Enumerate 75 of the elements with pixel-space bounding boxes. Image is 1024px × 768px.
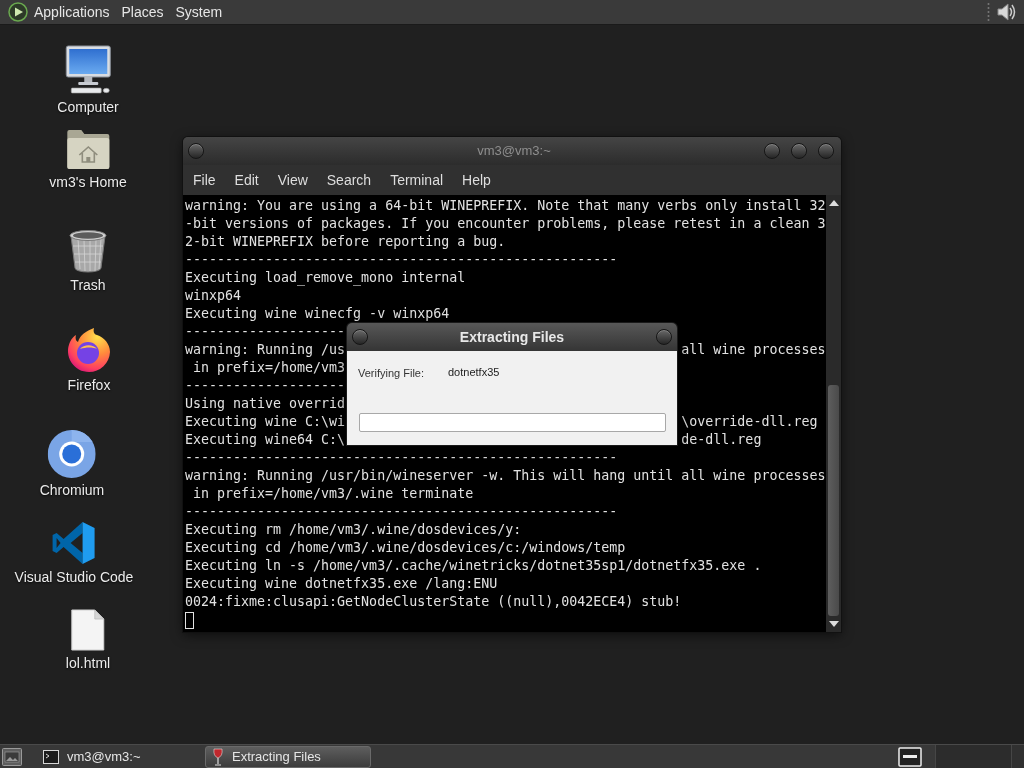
desktop-shortcut[interactable]: Chromium — [39, 430, 105, 499]
desktop-shortcut[interactable]: lol.html — [65, 609, 111, 672]
terminal-line: all wine processes — [681, 342, 826, 357]
desktop-icon[interactable] — [2, 747, 22, 766]
computer-icon — [64, 45, 112, 95]
terminal-line: Executing wine64 C:\ — [185, 432, 346, 447]
window-title: Extracting Files — [459, 327, 565, 347]
file-name: dotnetfx35 — [448, 364, 500, 380]
window-button[interactable] — [352, 329, 368, 345]
field-label: Verifying File: — [358, 367, 425, 379]
trash-icon — [68, 229, 108, 273]
terminal-line: 0024:fixme:clusapi:GetNodeClusterState ((null),0042ECE4) stub! — [185, 594, 682, 609]
terminal-line: winxp64 — [185, 288, 242, 303]
workspace-cell[interactable] — [935, 744, 1011, 768]
terminal-line: ------------------------------------------------------ — [185, 504, 618, 519]
workspace-cell[interactable] — [1011, 744, 1024, 768]
terminal-line: 2-bit WINEPREFIX before reporting a bug. — [185, 234, 506, 249]
flame-globe-icon — [66, 327, 112, 373]
menu-button[interactable]: Edit — [230, 170, 263, 190]
window-button[interactable] — [188, 143, 204, 159]
scroll-down-arrow-icon[interactable] — [828, 621, 839, 627]
terminal-line: Executing ln -s /home/vm3/.cache/winetricks/dotnet35sp1/dotnetfx35.exe . — [185, 558, 762, 573]
terminal-line: in prefix=/home/vm3/.wine terminate — [192, 486, 474, 501]
speaker-icon[interactable] — [996, 1, 1016, 23]
ring-logo-icon — [48, 430, 96, 478]
menu-button[interactable]: Search — [322, 170, 376, 190]
window-button[interactable] — [791, 143, 807, 159]
terminal-line: warning: Running /us — [185, 342, 346, 357]
terminal-line: warning: Running /usr/bin/wineserver -w. This will hang until all wine processes — [185, 468, 826, 483]
desktop-shortcut[interactable]: Computer — [57, 45, 119, 116]
task-button[interactable]: vm3@vm3:~ — [36, 745, 202, 768]
wine-glass-icon — [212, 747, 224, 766]
desktop-shortcut[interactable]: Firefox — [66, 327, 112, 394]
menu-button[interactable]: View — [273, 170, 312, 190]
terminal-line: Executing wine winecfg -v winxp64 — [185, 306, 450, 321]
scrollbar-thumb[interactable] — [828, 385, 839, 616]
terminal-line: -bit versions of packages. If you encounter problems, please retest in a clean 3 — [185, 216, 826, 231]
terminal-line: ------------------------------------------------------ — [185, 450, 618, 465]
terminal-line: warning: You are using a 64-bit WINEPREFIX. Note that many verbs only install 32 — [185, 198, 826, 213]
terminal-line: Executing wine dotnetfx35.exe /lang:ENU — [185, 576, 498, 591]
window-list-icon[interactable] — [898, 746, 922, 767]
terminal-line: Executing cd /home/vm3/.wine/dosdevices/c:/windows/temp — [185, 540, 626, 555]
scrollbar[interactable] — [826, 195, 841, 632]
desktop-shortcut[interactable]: vm3's Home — [49, 128, 127, 191]
terminal-line: Executing load_remove_mono internal — [185, 270, 466, 285]
window-button[interactable] — [656, 329, 672, 345]
panel-handle-icon — [987, 2, 990, 22]
terminal-line: \override-dll.reg — [681, 414, 818, 429]
terminal-line: Using native overrid — [185, 396, 346, 411]
play-logo-icon[interactable] — [8, 2, 28, 22]
ribbon-logo-icon — [52, 521, 96, 565]
window-button[interactable] — [818, 143, 834, 159]
terminal-line: ------------------------------------------------------ — [185, 252, 618, 267]
task-button[interactable]: Extracting Files — [205, 745, 371, 768]
menu-button[interactable]: Applications — [31, 2, 113, 22]
terminal-line: in prefix=/home/vm3 — [192, 360, 346, 375]
home-folder-icon — [66, 128, 110, 170]
desktop-shortcut[interactable]: Trash — [68, 229, 108, 294]
menu-button[interactable]: Terminal — [386, 170, 448, 190]
cursor-block-icon — [185, 611, 194, 629]
terminal-line: -------------------- — [185, 324, 346, 339]
desktop-shortcut[interactable]: Visual Studio Code — [14, 521, 134, 586]
menu-button[interactable]: File — [189, 170, 220, 190]
terminal-icon — [43, 749, 59, 764]
document-icon — [71, 609, 105, 651]
terminal-line: Executing wine C:\wi — [185, 414, 346, 429]
menu-button[interactable]: System — [172, 2, 226, 22]
window-title: vm3@vm3:~ — [477, 142, 551, 161]
window-button[interactable] — [764, 143, 780, 159]
menu-button[interactable]: Places — [118, 2, 167, 22]
scroll-up-arrow-icon[interactable] — [828, 200, 839, 206]
terminal-line: Executing rm /home/vm3/.wine/dosdevices/y: — [185, 522, 522, 537]
terminal-line: de-dll.reg — [681, 432, 762, 447]
terminal-line: -------------------- — [185, 378, 346, 393]
menu-button[interactable]: Help — [458, 170, 495, 190]
